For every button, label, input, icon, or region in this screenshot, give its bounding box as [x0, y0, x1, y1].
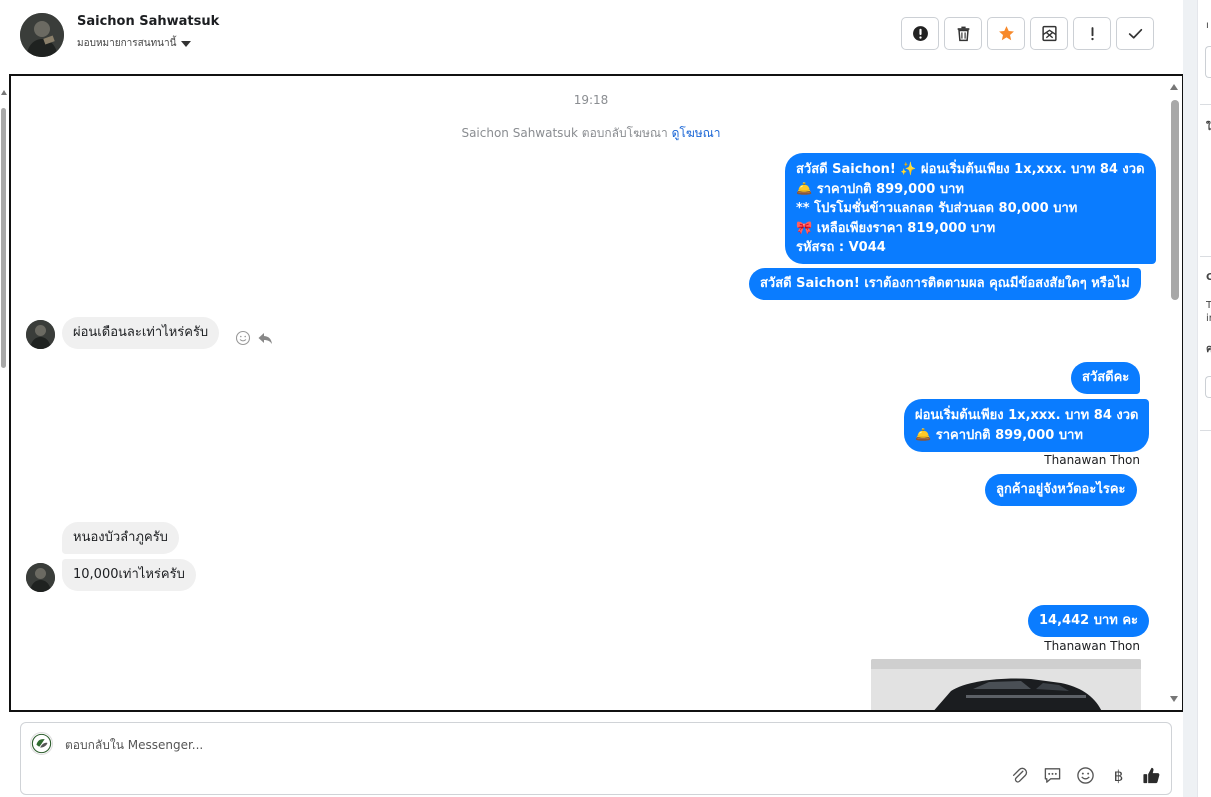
sender-name: Thanawan Thon	[1044, 453, 1140, 467]
ad-reply-note: Saichon Sahwatsuk ตอบกลับโฆษณา ดูโฆษณา	[11, 124, 1171, 143]
details-divider	[1200, 256, 1211, 257]
emoji-icon	[1077, 767, 1094, 784]
message-actions	[235, 330, 273, 346]
alert-circle-icon	[912, 26, 928, 41]
left-scroll-thumb[interactable]	[1, 108, 6, 368]
timestamp: 19:18	[573, 93, 609, 107]
outgoing-message[interactable]: 14,442 บาท คะ	[1028, 605, 1150, 637]
details-panel-text: ค	[1206, 344, 1211, 355]
message-line: ผ่อนเริ่มต้นเพียง 1x,xxx. บาท 84 งวด	[915, 408, 1139, 423]
delete-button[interactable]	[944, 17, 982, 50]
message-text: 14,442 บาท คะ	[1039, 613, 1139, 628]
message-text: สวัสดีคะ	[1082, 370, 1130, 385]
trash-icon	[957, 26, 969, 42]
scroll-up-arrow-icon[interactable]	[1, 90, 7, 95]
details-divider	[1200, 430, 1211, 431]
outgoing-message[interactable]: สวัสดี Saichon! ✨ ผ่อนเริ่มต้นเพียง 1x,x…	[785, 153, 1156, 264]
panel-divider	[1183, 0, 1197, 797]
incoming-message[interactable]: หนองบัวลำภูครับ	[62, 522, 179, 554]
reply-icon[interactable]	[257, 330, 273, 346]
scroll-up-arrow-icon[interactable]	[1170, 84, 1178, 90]
conversation-header: Saichon Sahwatsuk มอบหมายการสนทนานี้	[0, 0, 1183, 74]
message-thread[interactable]: 19:18 Saichon Sahwatsuk ตอบกลับโฆษณา ดูโ…	[9, 74, 1184, 712]
baht-icon: ฿	[1113, 766, 1124, 785]
car-photo-attachment[interactable]	[871, 659, 1141, 710]
thumbs-up-icon	[1143, 767, 1160, 784]
message-line: 🛎️ ราคาปกติ 899,000 บาท	[915, 427, 1083, 443]
star-button[interactable]	[987, 17, 1025, 50]
assign-conversation-dropdown[interactable]: มอบหมายการสนทนานี้	[77, 36, 192, 51]
left-scrollbar[interactable]	[0, 90, 7, 370]
envelope-x-icon	[1041, 25, 1057, 42]
star-icon	[998, 26, 1014, 41]
message-line: ** โปรโมชั่นข้าวแลกลด รับส่วนลด 80,000 บ…	[796, 201, 1078, 216]
contact-name[interactable]: Saichon Sahwatsuk	[77, 14, 219, 29]
message-line: 🛎️ ราคาปกติ 899,000 บาท	[796, 181, 964, 197]
details-panel-field[interactable]	[1205, 46, 1211, 78]
message-text: สวัสดี Saichon! เราต้องการติดตามผล คุณมี…	[760, 276, 1130, 291]
mark-unread-button[interactable]	[1030, 17, 1068, 50]
outgoing-message[interactable]: สวัสดี Saichon! เราต้องการติดตามผล คุณมี…	[749, 268, 1141, 300]
caret-down-icon	[181, 40, 192, 47]
emoji-react-icon[interactable]	[235, 330, 251, 346]
details-panel-text: ı	[1206, 20, 1209, 31]
outgoing-message[interactable]: สวัสดีคะ	[1071, 362, 1141, 394]
details-panel-text: ใ	[1206, 122, 1211, 133]
conversation-actions	[901, 17, 1154, 50]
message-line: สวัสดี Saichon! ✨ ผ่อนเริ่มต้นเพียง 1x,x…	[796, 162, 1145, 177]
spam-button[interactable]	[901, 17, 939, 50]
details-divider	[1200, 104, 1211, 105]
message-text: ลูกค้าอยู่จังหวัดอะไรคะ	[996, 482, 1126, 497]
details-panel-text: C	[1206, 272, 1211, 283]
incoming-message[interactable]: ผ่อนเดือนละเท่าไหร่ครับ	[62, 317, 220, 349]
reply-composer: ฿	[20, 722, 1172, 795]
exclamation-icon	[1090, 27, 1094, 41]
composer-toolbar: ฿	[1010, 766, 1161, 785]
thumbs-up-button[interactable]	[1142, 766, 1161, 785]
follow-up-button[interactable]	[1073, 17, 1111, 50]
saved-reply-icon	[1044, 768, 1061, 783]
payment-button[interactable]: ฿	[1109, 766, 1128, 785]
message-text: หนองบัวลำภูครับ	[73, 530, 168, 545]
view-ad-link[interactable]: ดูโฆษณา	[672, 126, 721, 140]
details-panel-text: ir	[1206, 313, 1211, 324]
attach-button[interactable]	[1010, 766, 1029, 785]
check-icon	[1128, 28, 1142, 39]
car-image	[871, 659, 1141, 710]
contact-avatar[interactable]	[20, 13, 64, 57]
thread-scroll-thumb[interactable]	[1171, 100, 1179, 300]
sender-name: Thanawan Thon	[1044, 639, 1140, 653]
done-button[interactable]	[1116, 17, 1154, 50]
ad-reply-text: Saichon Sahwatsuk ตอบกลับโฆษณา	[461, 126, 668, 140]
reply-input[interactable]	[65, 735, 965, 755]
page-logo-icon	[31, 733, 52, 754]
outgoing-message[interactable]: ผ่อนเริ่มต้นเพียง 1x,xxx. บาท 84 งวด 🛎️ …	[904, 399, 1150, 452]
messenger-inbox-page: Saichon Sahwatsuk มอบหมายการสนทนานี้ 19:…	[0, 0, 1211, 797]
message-line: 🎀 เหลือเพียงราคา 819,000 บาท	[796, 220, 996, 236]
saved-replies-button[interactable]	[1043, 766, 1062, 785]
message-line: รหัสรถ : V044	[796, 240, 886, 255]
page-avatar	[30, 732, 53, 755]
outgoing-message[interactable]: ลูกค้าอยู่จังหวัดอะไรคะ	[985, 474, 1137, 506]
emoji-button[interactable]	[1076, 766, 1095, 785]
details-panel-field[interactable]	[1205, 376, 1211, 398]
message-text: ผ่อนเดือนละเท่าไหร่ครับ	[73, 325, 209, 340]
contact-avatar-small[interactable]	[26, 563, 55, 592]
details-panel-text: T	[1206, 300, 1211, 311]
scroll-down-arrow-icon[interactable]	[1170, 696, 1178, 702]
paperclip-icon	[1012, 767, 1028, 783]
assign-label: มอบหมายการสนทนานี้	[77, 38, 177, 49]
message-text: 10,000เท่าไหร่ครับ	[73, 567, 185, 582]
contact-avatar-small[interactable]	[26, 320, 55, 349]
incoming-message[interactable]: 10,000เท่าไหร่ครับ	[62, 559, 196, 591]
